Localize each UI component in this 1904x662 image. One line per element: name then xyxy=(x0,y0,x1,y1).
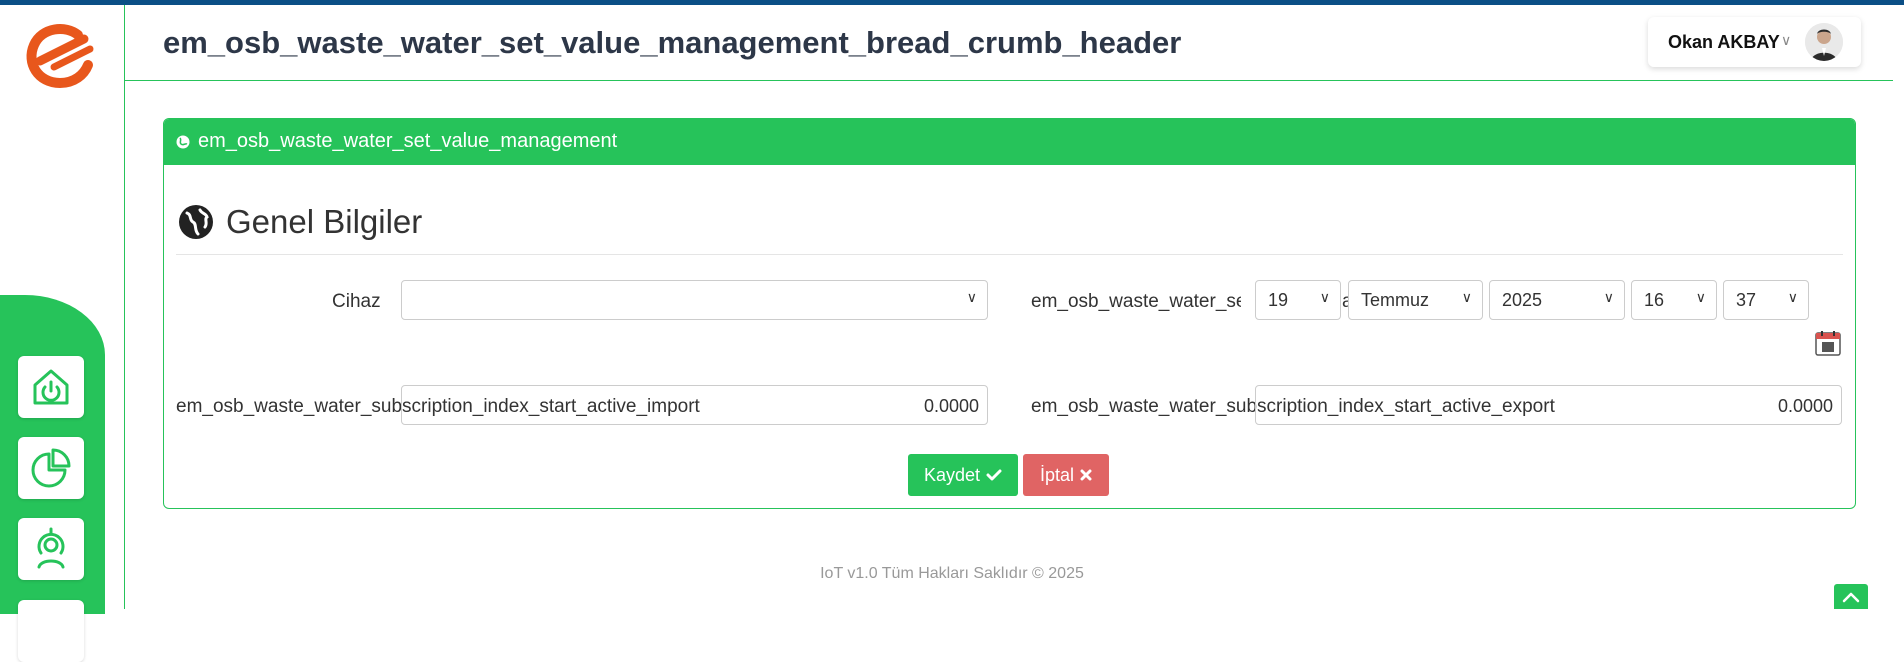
user-menu[interactable]: Okan AKBAY ∨ xyxy=(1648,17,1861,67)
globe-icon xyxy=(176,135,190,149)
calendar-icon[interactable] xyxy=(1815,330,1841,356)
device-select[interactable]: ∨ xyxy=(401,280,988,320)
chevron-down-icon: ∨ xyxy=(1695,289,1706,305)
device-label: Cihaz xyxy=(332,291,381,312)
sidebar-item-home[interactable] xyxy=(18,356,84,418)
month-select[interactable]: Temmuz ∨ xyxy=(1348,280,1483,320)
export-index-input[interactable]: 0.0000 xyxy=(1255,385,1842,425)
chevron-down-icon: ∨ xyxy=(1461,289,1472,305)
chevron-down-icon: ∨ xyxy=(1787,289,1798,305)
save-button-label: Kaydet xyxy=(923,464,981,485)
panel-title: em_osb_waste_water_set_value_management xyxy=(198,130,618,152)
scroll-to-top-button[interactable] xyxy=(1834,584,1868,609)
section-divider xyxy=(176,254,1843,255)
globe-icon xyxy=(179,205,213,239)
sidebar-item-reports[interactable] xyxy=(18,437,84,499)
page-title: em_osb_waste_water_set_value_management_… xyxy=(163,25,1182,60)
hour-select[interactable]: 16 ∨ xyxy=(1631,280,1717,320)
chevron-down-icon: ∨ xyxy=(1603,289,1614,305)
power-home-icon xyxy=(33,369,69,405)
section-title-text: Genel Bilgiler xyxy=(226,203,423,240)
panel-header: em_osb_waste_water_set_value_management xyxy=(164,119,1855,165)
sidebar-item-more[interactable] xyxy=(18,600,84,662)
check-icon xyxy=(986,469,1002,481)
chevron-down-icon: ∨ xyxy=(1319,289,1330,305)
chevron-up-icon xyxy=(1842,592,1860,603)
cancel-button-label: İptal xyxy=(1039,464,1075,485)
date-label: em_osb_waste_water_set_va xyxy=(1031,291,1241,312)
hour-value: 16 xyxy=(1644,290,1665,310)
export-index-value: 0.0000 xyxy=(1777,396,1833,416)
set-value-panel: em_osb_waste_water_set_value_management … xyxy=(163,118,1856,509)
close-icon xyxy=(1080,469,1092,481)
sidebar xyxy=(0,5,125,662)
minute-select[interactable]: 37 ∨ xyxy=(1723,280,1809,320)
page-header: em_osb_waste_water_set_value_management_… xyxy=(125,5,1893,81)
day-select[interactable]: 19 ∨ xyxy=(1255,280,1341,320)
minute-value: 37 xyxy=(1736,290,1757,310)
month-value: Temmuz xyxy=(1361,290,1430,310)
pie-chart-icon xyxy=(31,448,71,488)
year-select[interactable]: 2025 ∨ xyxy=(1489,280,1625,320)
user-name: Okan AKBAY xyxy=(1668,32,1780,52)
cancel-button[interactable]: İptal xyxy=(1023,454,1109,496)
import-index-input[interactable]: 0.0000 xyxy=(401,385,988,425)
year-value: 2025 xyxy=(1502,290,1543,310)
brand-logo[interactable] xyxy=(18,21,104,93)
avatar[interactable] xyxy=(1805,23,1843,61)
footer-text: IoT v1.0 Tüm Hakları Saklıdır © 2025 xyxy=(820,565,1084,582)
section-title: Genel Bilgiler xyxy=(178,203,422,241)
day-value: 19 xyxy=(1268,290,1289,310)
save-button[interactable]: Kaydet xyxy=(908,454,1018,496)
chevron-down-icon: ∨ xyxy=(1781,32,1792,48)
import-index-value: 0.0000 xyxy=(923,396,979,416)
chevron-down-icon: ∨ xyxy=(966,289,977,305)
